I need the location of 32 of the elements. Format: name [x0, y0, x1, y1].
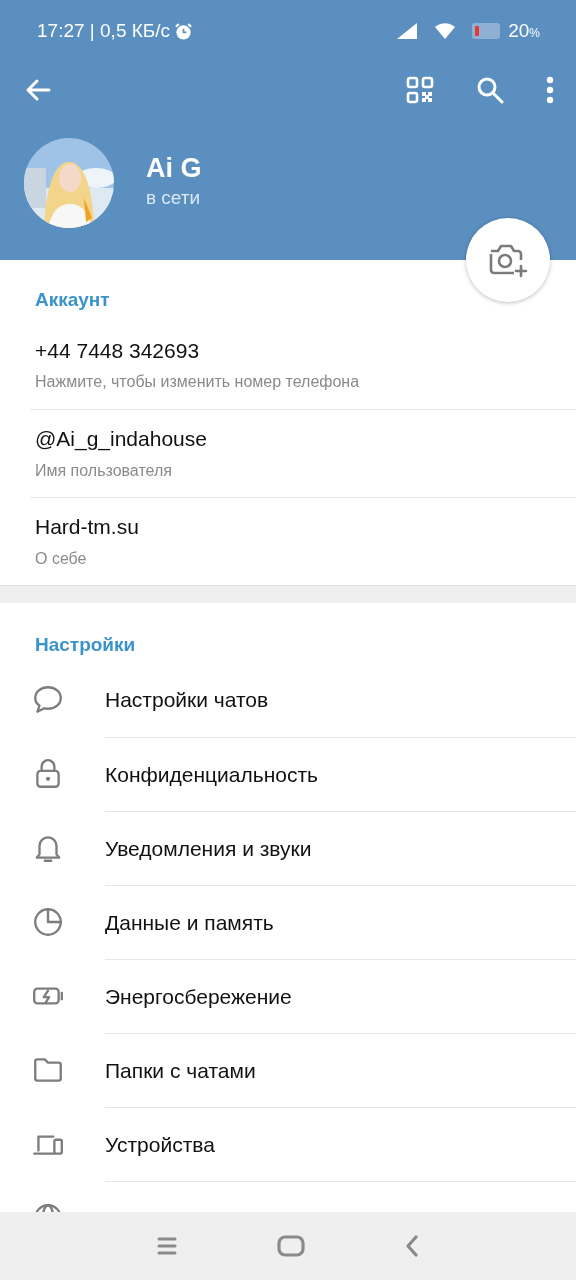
field-caption: О себе: [35, 548, 88, 569]
settings-item-label[interactable]: Папки с чатами: [105, 1054, 256, 1087]
search-button[interactable]: [476, 76, 504, 104]
wifi-icon: [434, 22, 457, 40]
status-time: 17:27 | 0,5 КБ/с: [37, 18, 171, 43]
more-menu-button[interactable]: [546, 76, 554, 104]
pie-chart-icon: [31, 905, 65, 939]
back-icon[interactable]: [405, 1235, 419, 1257]
profile-name: Ai G: [146, 153, 202, 184]
section-title: Настройки: [34, 632, 137, 657]
settings-item-label[interactable]: Уведомления и звуки: [105, 832, 312, 865]
field-value[interactable]: Hard-tm.su: [35, 511, 576, 543]
settings-item-label[interactable]: Конфиденциальность: [105, 758, 318, 791]
section-title: Аккаунт: [34, 288, 111, 312]
field-caption: Нажмите, чтобы изменить номер телефона: [35, 372, 361, 393]
battery-percent: 20%: [508, 18, 540, 43]
settings-item-label[interactable]: Энергосбережение: [105, 980, 292, 1013]
online-status: в сети: [146, 185, 202, 210]
field-caption: Имя пользователя: [35, 460, 173, 481]
settings-item-label[interactable]: Данные и память: [105, 906, 274, 939]
battery-icon: [472, 23, 501, 39]
settings-item-label[interactable]: Настройки чатов: [105, 684, 269, 716]
camera-plus-icon: [488, 242, 528, 278]
set-photo-button[interactable]: [466, 218, 550, 302]
settings-item-label[interactable]: Устройства: [105, 1128, 215, 1161]
qr-code-button[interactable]: [406, 76, 434, 104]
field-value[interactable]: +44 7448 342693: [35, 334, 576, 367]
home-icon[interactable]: [277, 1235, 305, 1257]
menu-icon[interactable]: [157, 1237, 177, 1255]
field-value[interactable]: @Ai_g_indahouse: [35, 423, 576, 455]
signal-icon: [396, 22, 419, 40]
alarm-icon: [174, 21, 194, 41]
